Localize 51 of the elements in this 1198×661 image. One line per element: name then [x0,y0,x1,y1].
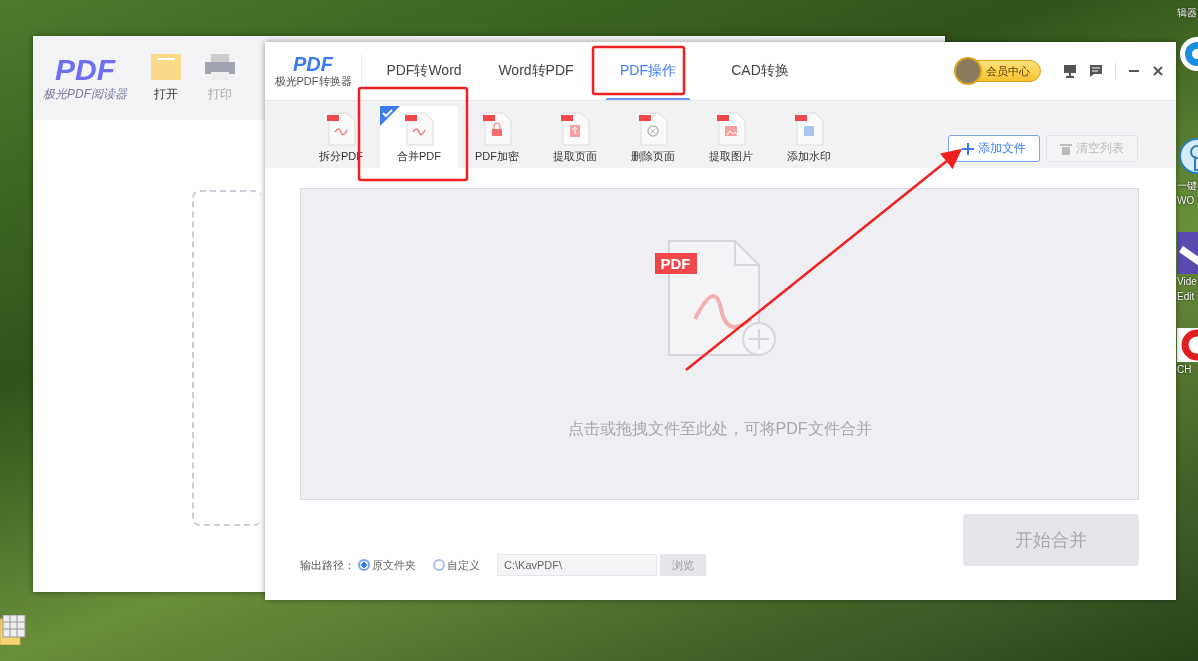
lens-app-icon[interactable] [1177,34,1198,74]
desktop-icon-label[interactable]: CH [1177,363,1192,377]
folder-grid-icon[interactable] [0,615,26,645]
tool-button[interactable]: 提取图片 [692,106,770,168]
reader-app-name: 极光PDF阅读器 [43,85,127,103]
printer-icon [205,53,235,80]
file-drop-zone[interactable]: PDF 点击或拖拽文件至此处，可将PDF文件合并 [300,188,1139,500]
desktop-icon-label[interactable]: WO [1177,194,1195,208]
tool-button[interactable]: 提取页面 [536,106,614,168]
pdf-file-icon [403,112,435,146]
output-option[interactable]: 自定义 [433,557,480,573]
tool-button[interactable]: 删除页面 [614,106,692,168]
pdf-file-icon [559,112,591,146]
check-icon [380,106,400,126]
plus-icon [962,142,974,155]
nav-tab[interactable]: PDF操作 [592,42,704,100]
desktop-icon-label[interactable]: Vide [1177,275,1197,289]
message-icon[interactable] [1089,64,1103,78]
drop-hint: 点击或拖拽文件至此处，可将PDF文件合并 [567,419,872,439]
tool-button[interactable]: PDF加密 [458,106,536,168]
path-field[interactable]: C:\KavPDF\ [497,554,657,576]
add-file-button[interactable]: 添加文件 [948,135,1040,162]
nav-tab[interactable]: PDF转Word [368,42,480,100]
letter-c-app-icon[interactable] [1177,328,1198,362]
folder-icon [151,53,181,80]
converter-logo: PDF [293,53,333,74]
pdf-badge: PDF [654,253,697,274]
pdf-file-icon [481,112,513,146]
pdf-file-icon [637,112,669,146]
desktop-icon-label[interactable]: 一键 [1177,179,1197,193]
tool-button[interactable]: 合并PDF [380,106,458,168]
pdf-file-icon [793,112,825,146]
reader-tool-button[interactable]: 打开 [151,53,181,103]
tool-button[interactable]: 添加水印 [770,106,848,168]
output-path-label: 输出路径： [300,557,355,573]
trash-icon [1060,142,1072,155]
pdf-file-icon [715,112,747,146]
monitor-icon[interactable] [1063,64,1077,78]
output-option[interactable]: 原文件夹 [358,557,416,573]
reader-logo: PDF [55,53,115,86]
converter-app-name: 极光PDF转换器 [274,73,352,89]
member-center-button[interactable]: 会员中心 [955,60,1041,82]
close-icon[interactable] [1152,65,1164,77]
nav-tab[interactable]: CAD转换 [704,42,816,100]
pdf-file-icon [325,112,357,146]
desktop-icon-label[interactable]: Edit [1177,290,1195,304]
video-app-icon[interactable] [1177,232,1198,274]
desktop-icon-label[interactable]: 辑器 [1177,6,1197,20]
radio-button[interactable] [358,559,370,571]
radio-button[interactable] [433,559,445,571]
nav-tab[interactable]: Word转PDF [480,42,592,100]
